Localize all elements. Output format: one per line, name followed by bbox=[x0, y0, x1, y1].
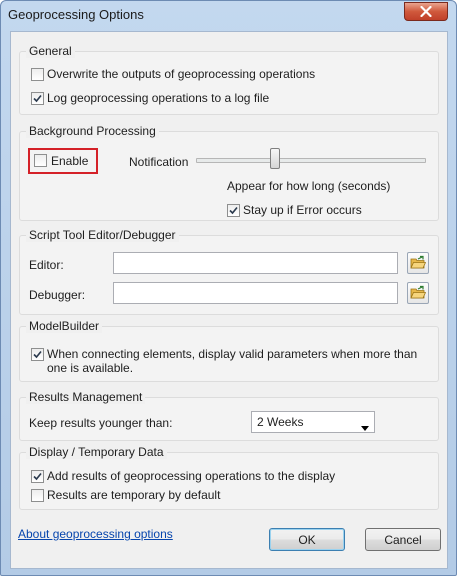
debugger-input[interactable] bbox=[113, 282, 398, 304]
display-temporary-title: Display / Temporary Data bbox=[26, 445, 167, 459]
cancel-button-label: Cancel bbox=[384, 532, 422, 547]
keep-results-dropdown[interactable]: 2 Weeks bbox=[251, 411, 375, 433]
open-folder-icon bbox=[410, 285, 426, 299]
display-temporary-group: Display / Temporary Data Add results of … bbox=[19, 445, 439, 510]
background-processing-group: Background Processing Enable Notificatio… bbox=[19, 124, 439, 221]
results-management-title: Results Management bbox=[26, 390, 146, 404]
valid-parameters-checkbox[interactable] bbox=[31, 348, 44, 361]
keep-results-value: 2 Weeks bbox=[257, 415, 304, 429]
log-operations-checkbox[interactable] bbox=[31, 92, 44, 105]
add-results-checkbox[interactable] bbox=[31, 470, 44, 483]
title-bar[interactable]: Geoprocessing Options bbox=[1, 1, 456, 29]
dialog-window: Geoprocessing Options General Overwrite … bbox=[0, 0, 457, 576]
debugger-label: Debugger: bbox=[29, 288, 86, 302]
overwrite-outputs-checkbox[interactable] bbox=[31, 68, 44, 81]
slider-track bbox=[196, 158, 426, 163]
ok-button-label: OK bbox=[298, 532, 316, 547]
stay-up-checkbox[interactable] bbox=[227, 204, 240, 217]
checkmark-icon bbox=[33, 94, 42, 103]
checkmark-icon bbox=[229, 206, 238, 215]
open-folder-icon bbox=[410, 255, 426, 269]
general-group-title: General bbox=[26, 44, 75, 58]
script-tool-group: Script Tool Editor/Debugger Editor: Debu… bbox=[19, 228, 439, 315]
add-results-label: Add results of geoprocessing operations … bbox=[47, 469, 336, 483]
modelbuilder-group: ModelBuilder When connecting elements, d… bbox=[19, 319, 439, 382]
results-management-group: Results Management Keep results younger … bbox=[19, 390, 439, 441]
enable-background-label: Enable bbox=[51, 154, 89, 168]
background-processing-title: Background Processing bbox=[26, 124, 159, 138]
notification-slider[interactable] bbox=[196, 147, 426, 173]
script-tool-title: Script Tool Editor/Debugger bbox=[26, 228, 179, 242]
cancel-button[interactable]: Cancel bbox=[365, 528, 441, 551]
editor-label: Editor: bbox=[29, 258, 64, 272]
editor-input[interactable] bbox=[113, 252, 398, 274]
about-geoprocessing-link[interactable]: About geoprocessing options bbox=[18, 527, 173, 541]
stay-up-label: Stay up if Error occurs bbox=[243, 203, 362, 217]
close-icon bbox=[420, 6, 432, 17]
overwrite-outputs-label: Overwrite the outputs of geoprocessing o… bbox=[47, 67, 316, 81]
dialog-content: General Overwrite the outputs of geoproc… bbox=[10, 31, 448, 569]
general-group: General Overwrite the outputs of geoproc… bbox=[19, 44, 439, 115]
checkmark-icon bbox=[33, 350, 42, 359]
keep-results-label: Keep results younger than: bbox=[29, 416, 173, 430]
enable-background-checkbox[interactable] bbox=[34, 154, 47, 167]
browse-editor-button[interactable] bbox=[407, 252, 429, 274]
notification-label: Notification bbox=[129, 155, 189, 169]
window-title: Geoprocessing Options bbox=[8, 7, 144, 22]
temporary-results-checkbox[interactable] bbox=[31, 489, 44, 502]
slider-caption: Appear for how long (seconds) bbox=[227, 179, 391, 193]
valid-parameters-label: When connecting elements, display valid … bbox=[47, 347, 418, 375]
modelbuilder-title: ModelBuilder bbox=[26, 319, 103, 333]
log-operations-label: Log geoprocessing operations to a log fi… bbox=[47, 91, 270, 105]
dropdown-arrow-icon bbox=[361, 420, 369, 434]
checkmark-icon bbox=[33, 472, 42, 481]
slider-thumb[interactable] bbox=[270, 148, 280, 169]
ok-button[interactable]: OK bbox=[269, 528, 345, 551]
browse-debugger-button[interactable] bbox=[407, 282, 429, 304]
close-button[interactable] bbox=[404, 2, 448, 21]
temporary-results-label: Results are temporary by default bbox=[47, 488, 221, 502]
